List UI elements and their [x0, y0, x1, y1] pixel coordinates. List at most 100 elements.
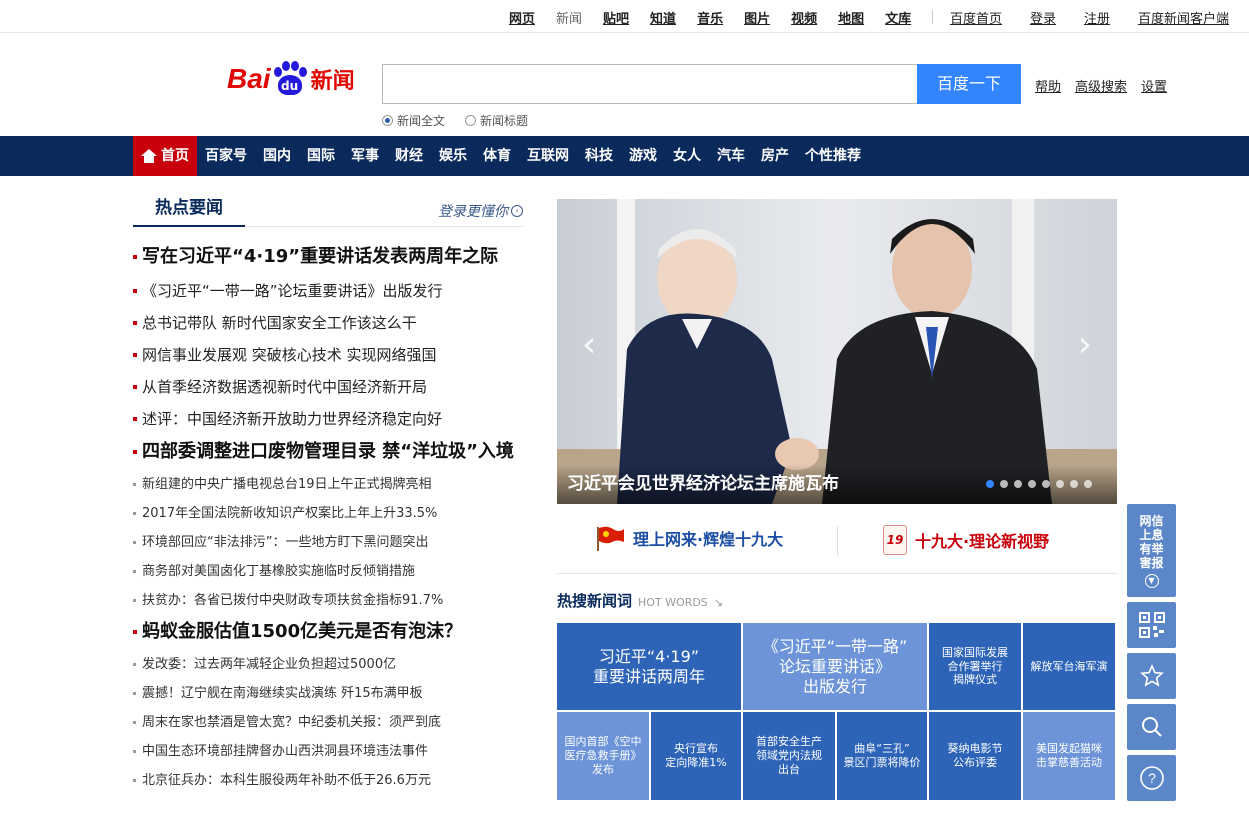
help-button[interactable]: ?: [1127, 755, 1176, 801]
scope-fulltext[interactable]: 新闻全文: [382, 112, 445, 129]
nav-item-military[interactable]: 军事: [343, 136, 387, 176]
star-icon: [1139, 664, 1164, 687]
logo-bai: Bai: [227, 62, 271, 94]
hot-word-tile[interactable]: 国家国际发展 合作署举行 揭牌仪式: [929, 623, 1021, 710]
news-item[interactable]: 述评：中国经济新开放助力世界经济稳定向好: [133, 403, 533, 435]
carousel-dot[interactable]: [1014, 480, 1022, 488]
qrcode-button[interactable]: [1127, 602, 1176, 648]
product-link-images[interactable]: 图片: [744, 8, 770, 27]
news-item[interactable]: 震撼！辽宁舰在南海继续实战演练 歼15布满甲板: [133, 679, 533, 708]
product-link-tieba[interactable]: 贴吧: [603, 8, 629, 27]
baidu-news-logo[interactable]: Bai du 新闻: [227, 56, 355, 101]
nav-item-realestate[interactable]: 房产: [753, 136, 797, 176]
carousel-dot[interactable]: [986, 480, 994, 488]
news-item[interactable]: 周末在家也禁酒是管太宽？中纪委机关报：须严到底: [133, 708, 533, 737]
hot-word-tile[interactable]: 曲阜“三孔” 景区门票将降价: [837, 712, 927, 800]
help-link[interactable]: 帮助: [1035, 76, 1061, 95]
product-link-map[interactable]: 地图: [838, 8, 864, 27]
search-tool-button[interactable]: [1127, 704, 1176, 750]
news-item[interactable]: 环境部回应“非法排污”：一些地方盯下黑问题突出: [133, 528, 533, 557]
advanced-search-link[interactable]: 高级搜索: [1075, 76, 1127, 95]
carousel-photo: [557, 199, 1117, 504]
hot-word-tile[interactable]: 国内首部《空中 医疗急救手册》 发布: [557, 712, 649, 800]
product-nav: 网页 新闻 贴吧 知道 音乐 图片 视频 地图 文库: [509, 8, 955, 27]
paw-icon: du: [272, 60, 308, 97]
news-item[interactable]: 发改委：过去两年减轻企业负担超过5000亿: [133, 650, 533, 679]
settings-link[interactable]: 设置: [1141, 76, 1167, 95]
baidu-home-link[interactable]: 百度首页: [950, 8, 1002, 27]
login-link[interactable]: 登录: [1030, 8, 1056, 27]
carousel-dot[interactable]: [1042, 480, 1050, 488]
news-item[interactable]: 《习近平“一带一路”论坛重要讲话》出版发行: [133, 275, 533, 307]
news-item[interactable]: 新组建的中央广播电视总台19日上午正式揭牌亮相: [133, 470, 533, 499]
news-item[interactable]: 中国生态环境部挂牌督办山西洪洞县环境违法事件: [133, 737, 533, 766]
nav-item-baijiahao[interactable]: 百家号: [197, 136, 255, 176]
favorite-button[interactable]: [1127, 653, 1176, 699]
hot-word-tile[interactable]: 习近平“4·19” 重要讲话两周年: [557, 623, 741, 710]
nav-item-women[interactable]: 女人: [665, 136, 709, 176]
product-link-web[interactable]: 网页: [509, 8, 535, 27]
news-item[interactable]: 2017年全国法院新收知识产权案比上年上升33.5%: [133, 499, 533, 528]
search-scope: 新闻全文 新闻标题: [382, 112, 528, 129]
news-item[interactable]: 商务部对美国卤化丁基橡胶实施临时反倾销措施: [133, 557, 533, 586]
news-item[interactable]: 网信事业发展观 突破核心技术 实现网络强国: [133, 339, 533, 371]
hot-word-tile[interactable]: 美国发起猫咪 击掌慈善活动: [1023, 712, 1115, 800]
channel-nav-items: 首页 百家号 国内 国际 军事 财经 娱乐 体育 互联网 科技 游戏 女人 汽车 房产 个性推荐: [133, 136, 869, 176]
carousel-dot[interactable]: [1070, 480, 1078, 488]
hot-word-tile[interactable]: 央行宣布 定向降准1%: [651, 712, 741, 800]
news-item[interactable]: 扶贫办：各省已拨付中央财政专项扶贫金指标91.7%: [133, 586, 533, 615]
nav-item-entertainment[interactable]: 娱乐: [431, 136, 475, 176]
promo-left[interactable]: 理上网来·辉煌十九大: [595, 525, 783, 551]
login-personalize-link[interactable]: 登录更懂你 ›: [438, 201, 523, 221]
chevron-right-icon: ›: [511, 205, 523, 217]
nav-item-domestic[interactable]: 国内: [255, 136, 299, 176]
headline-item[interactable]: 写在习近平“4·19”重要讲话发表两周年之际: [133, 240, 533, 275]
news-item[interactable]: 北京征兵办：本科生服役两年补助不低于26.6万元: [133, 766, 533, 795]
hot-news-list: 写在习近平“4·19”重要讲话发表两周年之际 《习近平“一带一路”论坛重要讲话》出…: [133, 240, 533, 795]
nav-item-tech[interactable]: 科技: [577, 136, 621, 176]
radio-checked-icon[interactable]: [382, 115, 393, 126]
nav-item-international[interactable]: 国际: [299, 136, 343, 176]
headline-carousel[interactable]: ‹ › 习近平会见世界经济论坛主席施瓦布: [557, 199, 1117, 504]
carousel-dot[interactable]: [1000, 480, 1008, 488]
qrcode-icon: [1138, 612, 1165, 638]
channel-nav: 首页 百家号 国内 国际 军事 财经 娱乐 体育 互联网 科技 游戏 女人 汽车 房产 个性推荐: [0, 136, 1249, 176]
headline-item[interactable]: 蚂蚁金服估值1500亿美元是否有泡沫？: [133, 615, 533, 650]
hot-word-tile[interactable]: 《习近平“一带一路” 论坛重要讲话》 出版发行: [743, 623, 927, 710]
search-input[interactable]: [382, 64, 918, 104]
product-link-news[interactable]: 新闻: [556, 8, 582, 27]
carousel-next-icon[interactable]: ›: [1078, 324, 1092, 365]
headline-item[interactable]: 四部委调整进口废物管理目录 禁“洋垃圾”入境: [133, 435, 533, 470]
nav-item-finance[interactable]: 财经: [387, 136, 431, 176]
hot-word-tile[interactable]: 首部安全生产 领域党内法规 出台: [743, 712, 835, 800]
product-link-music[interactable]: 音乐: [697, 8, 723, 27]
news-item[interactable]: 总书记带队 新时代国家安全工作该这么干: [133, 307, 533, 339]
nav-item-home[interactable]: 首页: [133, 136, 197, 176]
promo-right[interactable]: 19 十九大·理论新视野: [883, 525, 1049, 555]
nav-item-sports[interactable]: 体育: [475, 136, 519, 176]
hot-news-title: 热点要闻: [133, 193, 245, 227]
news-item[interactable]: 从首季经济数据透视新时代中国经济新开局: [133, 371, 533, 403]
carousel-dot[interactable]: [1084, 480, 1092, 488]
product-link-video[interactable]: 视频: [791, 8, 817, 27]
nav-item-internet[interactable]: 互联网: [519, 136, 577, 176]
carousel-dot[interactable]: [1028, 480, 1036, 488]
home-icon: [141, 149, 157, 163]
product-link-zhidao[interactable]: 知道: [650, 8, 676, 27]
scope-title[interactable]: 新闻标题: [465, 112, 528, 129]
nav-item-auto[interactable]: 汽车: [709, 136, 753, 176]
carousel-prev-icon[interactable]: ‹: [582, 324, 596, 365]
hot-word-tile[interactable]: 解放军台海军演: [1023, 623, 1115, 710]
report-button[interactable]: 网信上息有举害报 ▼: [1127, 504, 1176, 597]
radio-unchecked-icon[interactable]: [465, 115, 477, 126]
hot-word-tile[interactable]: 葵纳电影节 公布评委: [929, 712, 1021, 800]
nav-item-personalized[interactable]: 个性推荐: [797, 136, 869, 176]
carousel-dot[interactable]: [1056, 480, 1064, 488]
search-button[interactable]: 百度一下: [917, 64, 1021, 104]
promo-right-label: 十九大·理论新视野: [915, 532, 1050, 551]
register-link[interactable]: 注册: [1084, 8, 1110, 27]
congress-19-icon: 19: [883, 525, 907, 555]
product-link-wenku[interactable]: 文库: [885, 8, 911, 27]
news-app-link[interactable]: 百度新闻客户端: [1138, 8, 1229, 27]
nav-item-games[interactable]: 游戏: [621, 136, 665, 176]
